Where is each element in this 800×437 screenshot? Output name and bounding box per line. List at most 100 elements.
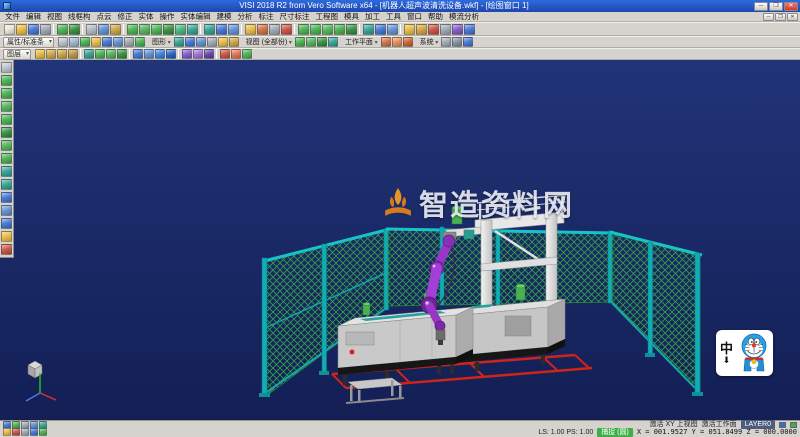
select-window-icon[interactable] — [69, 37, 79, 47]
menu-item-5[interactable]: 点云 — [94, 12, 115, 22]
workplane-icon[interactable] — [257, 24, 268, 35]
ribbon-group-label-1[interactable]: 图形 — [152, 37, 171, 47]
view-pan-icon[interactable] — [144, 49, 154, 59]
menu-item-19[interactable]: 帮助 — [425, 12, 446, 22]
snap-toggle-icon[interactable] — [281, 24, 292, 35]
menu-item-10[interactable]: 建模 — [214, 12, 235, 22]
trim-curve-icon[interactable] — [1, 231, 12, 242]
spline-tool-icon[interactable] — [346, 24, 357, 35]
layer-off-icon[interactable] — [46, 49, 56, 59]
show-entities-icon[interactable] — [113, 37, 123, 47]
open-file-icon[interactable] — [16, 24, 27, 35]
offset-curve-icon[interactable] — [1, 166, 12, 177]
menu-item-3[interactable]: 视图 — [44, 12, 65, 22]
select-tool-icon[interactable] — [1, 62, 12, 73]
line-create-icon[interactable] — [1, 88, 12, 99]
undo-icon[interactable] — [57, 24, 68, 35]
menu-item-1[interactable]: 文件 — [2, 12, 23, 22]
hide-entities-icon[interactable] — [102, 37, 112, 47]
ribbon-group-label-4[interactable]: 系统 — [420, 37, 439, 47]
scene-canvas[interactable] — [0, 60, 800, 420]
layer-new-icon[interactable] — [57, 49, 67, 59]
workplane-rotate-icon[interactable] — [95, 49, 105, 59]
circle-create-icon[interactable] — [1, 127, 12, 138]
menu-item-12[interactable]: 标注 — [256, 12, 277, 22]
minimize-button[interactable]: ─ — [754, 2, 768, 11]
ellipse-create-icon[interactable] — [1, 140, 12, 151]
new-file-icon[interactable] — [4, 24, 15, 35]
delete-entity-icon[interactable] — [1, 244, 12, 255]
copy-icon[interactable] — [98, 24, 109, 35]
close-button[interactable]: ✕ — [784, 2, 798, 11]
workplane-align-icon[interactable] — [84, 49, 94, 59]
color-indicator-icon[interactable] — [12, 428, 20, 436]
rotate-view-icon[interactable] — [187, 24, 198, 35]
view-previous-icon[interactable] — [166, 49, 176, 59]
menu-item-11[interactable]: 分析 — [235, 12, 256, 22]
view-zoom-icon[interactable] — [155, 49, 165, 59]
units-icon[interactable] — [30, 428, 38, 436]
menu-item-6[interactable]: 修正 — [115, 12, 136, 22]
toolbar-selector-2[interactable]: 图层 — [3, 49, 31, 60]
polyline-create-icon[interactable] — [1, 101, 12, 112]
help-icon[interactable] — [464, 24, 475, 35]
zoom-fit-icon[interactable] — [127, 24, 138, 35]
blank-toggle-icon[interactable] — [124, 37, 134, 47]
select-chain-icon[interactable] — [80, 37, 90, 47]
layer-on-icon[interactable] — [35, 49, 45, 59]
child-restore-button[interactable]: ❐ — [775, 13, 786, 21]
menu-item-20[interactable]: 模流分析 — [446, 12, 482, 22]
rotate-entity-icon[interactable] — [1, 205, 12, 216]
shade-on-icon[interactable] — [174, 37, 184, 47]
arc-create-icon[interactable] — [1, 114, 12, 125]
menu-item-7[interactable]: 实体 — [136, 12, 157, 22]
menu-item-15[interactable]: 模具 — [341, 12, 362, 22]
render-wireframe-icon[interactable] — [193, 49, 203, 59]
plane-zx-icon[interactable] — [403, 37, 413, 47]
move-entity-icon[interactable] — [1, 192, 12, 203]
layer-filter-icon[interactable] — [68, 49, 78, 59]
view-top-icon[interactable] — [295, 37, 305, 47]
restore-button[interactable]: ❐ — [769, 2, 783, 11]
view-side-icon[interactable] — [317, 37, 327, 47]
line-tool-icon[interactable] — [310, 24, 321, 35]
workplane-normal-icon[interactable] — [117, 49, 127, 59]
point-create-icon[interactable] — [1, 75, 12, 86]
solid-cylinder-icon[interactable] — [387, 24, 398, 35]
zoom-out-icon[interactable] — [163, 24, 174, 35]
system-info-icon[interactable] — [463, 37, 473, 47]
menu-item-18[interactable]: 窗口 — [404, 12, 425, 22]
translucent-icon[interactable] — [196, 37, 206, 47]
show-edges-icon[interactable] — [207, 37, 217, 47]
grid-toggle-icon[interactable] — [269, 24, 280, 35]
solid-box-icon[interactable] — [375, 24, 386, 35]
menu-item-16[interactable]: 加工 — [362, 12, 383, 22]
coords-mode-icon[interactable] — [39, 428, 47, 436]
toolbar-selector-1[interactable]: 属性/标准条 — [3, 37, 54, 48]
print-icon[interactable] — [40, 24, 51, 35]
analyze-tool-icon[interactable] — [452, 24, 463, 35]
ribbon-group-label-2[interactable]: 视图 (全部份) — [246, 37, 292, 47]
linetype-icon[interactable] — [21, 428, 29, 436]
save-file-icon[interactable] — [28, 24, 39, 35]
child-minimize-button[interactable]: ─ — [763, 13, 774, 21]
ribbon-group-label-3[interactable]: 工作平面 — [345, 37, 378, 47]
filter-selection-icon[interactable] — [91, 37, 101, 47]
child-close-button[interactable]: ✕ — [787, 13, 798, 21]
menu-item-14[interactable]: 工程图 — [313, 12, 342, 22]
menu-item-9[interactable]: 实体编辑 — [178, 12, 214, 22]
menu-item-2[interactable]: 编辑 — [23, 12, 44, 22]
render-shaded-icon[interactable] — [182, 49, 192, 59]
confirm-command-icon[interactable] — [242, 49, 252, 59]
workplane-origin-icon[interactable] — [106, 49, 116, 59]
hidden-line-mode-icon[interactable] — [228, 24, 239, 35]
wireframe-on-icon[interactable] — [185, 37, 195, 47]
chamfer-tool-icon[interactable] — [416, 24, 427, 35]
snap-indicator[interactable]: 捕捉 (圆) — [597, 428, 633, 437]
layer-manager-icon[interactable] — [245, 24, 256, 35]
select-arrow-icon[interactable] — [58, 37, 68, 47]
pan-view-icon[interactable] — [175, 24, 186, 35]
wireframe-mode-icon[interactable] — [216, 24, 227, 35]
menu-item-4[interactable]: 线框构 — [65, 12, 94, 22]
point-tool-icon[interactable] — [298, 24, 309, 35]
